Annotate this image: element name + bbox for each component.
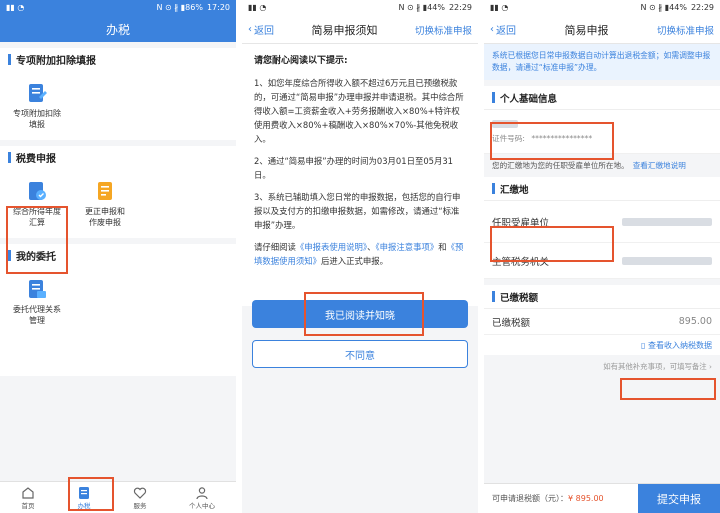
highlight-identity xyxy=(490,122,614,160)
section-title: 税费申报 xyxy=(16,153,56,165)
highlight-employer xyxy=(490,226,614,262)
submit-bar: 可申请退税额（元）：¥ 895.00 提交申报 xyxy=(484,483,720,513)
employer-redacted xyxy=(622,217,712,226)
card-title: 个人基础信息 xyxy=(500,93,558,105)
user-icon xyxy=(196,486,208,499)
simple-filing-notice-screen: ▮▮ ◔ N ⊙ ∦ ▮44% 22:29 ‹ 返回 简易申报须知 切换标准申报 请… xyxy=(242,0,478,513)
paid-tax-card: 已缴税额 已缴税额 895.00 ▯ 查看收入纳税数据 xyxy=(484,285,720,355)
form-edit-icon xyxy=(29,84,47,102)
delegation-management-tile[interactable]: 委托代理关系 管理 xyxy=(8,272,66,326)
correct-void-filing-tile[interactable]: 更正申报和 作废申报 xyxy=(76,174,134,228)
signal-icon: ▮▮ ◔ xyxy=(6,3,25,12)
section-title: 专项附加扣除填报 xyxy=(16,55,96,67)
tab-service[interactable]: 服务 xyxy=(133,486,147,510)
paid-tax-row: 已缴税额 895.00 xyxy=(484,309,720,335)
notes-link[interactable]: 《申报注意事项》 xyxy=(375,242,438,252)
page-title: 简易申报 xyxy=(564,23,609,37)
refund-amount: ¥ 895.00 xyxy=(568,494,604,503)
home-icon xyxy=(22,486,34,499)
nav-bar: ‹ 返回 简易申报 切换标准申报 xyxy=(484,16,720,44)
special-deduction-tile[interactable]: 专项附加扣除 填报 xyxy=(8,76,66,130)
screenshot-collage: ▮▮ ◔ N ⊙ ∦ ▮86% 17:20 办税 专项附加扣除填报 专项附加扣除 … xyxy=(0,0,720,513)
bottom-tab-bar: 首页 办税 服务 个人中心 xyxy=(0,481,236,513)
place-explanation-link[interactable]: 查看汇缴地说明 xyxy=(633,161,686,170)
status-bar: ▮▮ ◔ N ⊙ ∦ ▮44% 22:29 xyxy=(484,0,720,16)
back-button[interactable]: ‹ 返回 xyxy=(248,22,274,37)
notice-paragraph: 3、系统已辅助填入您日常的申报数据，包括您的自行申报以及支付方的扣缴申报数据，如… xyxy=(254,192,461,230)
disagree-button[interactable]: 不同意 xyxy=(252,340,468,368)
usage-guide-link[interactable]: 《申报表使用说明》 xyxy=(296,242,367,252)
switch-standard-link[interactable]: 切换标准申报 xyxy=(657,23,714,37)
card-title: 已缴税额 xyxy=(500,292,539,304)
status-bar: ▮▮ ◔ N ⊙ ∦ ▮86% 17:20 xyxy=(0,0,236,16)
highlight-annual-settlement xyxy=(6,206,68,274)
document-orange-icon xyxy=(98,182,112,200)
section-special-deduction: 专项附加扣除填报 专项附加扣除 填报 xyxy=(0,48,236,140)
status-icons: N ⊙ ∦ ▮86% xyxy=(156,3,203,12)
more-items-tip[interactable]: 如有其他补充事项，可填写备注 › xyxy=(484,355,720,378)
switch-standard-link[interactable]: 切换标准申报 xyxy=(415,23,472,37)
tab-home[interactable]: 首页 xyxy=(21,486,35,510)
header: ▮▮ ◔ N ⊙ ∦ ▮86% 17:20 办税 xyxy=(0,0,236,42)
page-title: 办税 xyxy=(105,22,130,37)
view-income-data-link[interactable]: ▯ 查看收入纳税数据 xyxy=(641,340,712,351)
signal-icon: ▮▮ ◔ xyxy=(248,3,267,12)
notice-paragraph: 请仔细阅读《申报表使用说明》、《申报注意事项》和《预填数据使用须知》后进入正式申… xyxy=(254,242,464,266)
simple-filing-screen: ▮▮ ◔ N ⊙ ∦ ▮44% 22:29 ‹ 返回 简易申报 切换标准申报 系统已… xyxy=(484,0,720,513)
chevron-left-icon: ‹ xyxy=(248,24,252,35)
highlight-view-income xyxy=(620,378,716,400)
notice-paragraph: 2、通过“简易申报”办理的时间为03月01日至05月31日。 xyxy=(254,156,454,180)
nav-bar: ‹ 返回 简易申报须知 切换标准申报 xyxy=(242,16,478,44)
notice-paragraph: 1、如您年度综合所得收入额不超过6万元且已预缴税款的，可通过“简易申报”办理申报… xyxy=(254,78,464,144)
chevron-left-icon: ‹ xyxy=(490,24,494,35)
highlight-agree-button xyxy=(304,292,424,336)
document-icon: ▯ xyxy=(641,340,646,350)
status-bar: ▮▮ ◔ N ⊙ ∦ ▮44% 22:29 xyxy=(242,0,478,16)
tax-home-screen: ▮▮ ◔ N ⊙ ∦ ▮86% 17:20 办税 专项附加扣除填报 专项附加扣除 … xyxy=(0,0,236,513)
submit-button[interactable]: 提交申报 xyxy=(638,483,720,513)
info-notice: 系统已根据您日常申报数据自动计算出退税金额；如需调整申报数据，请通过“标准申报”… xyxy=(484,44,720,80)
paid-tax-amount: 895.00 xyxy=(678,316,712,327)
signal-icon: ▮▮ ◔ xyxy=(490,3,509,12)
authority-redacted xyxy=(622,256,712,265)
page-title: 简易申报须知 xyxy=(311,23,378,37)
notice-heading: 请您耐心阅读以下提示: xyxy=(254,56,348,66)
notice-content: 请您耐心阅读以下提示: 1、如您年度综合所得收入额不超过6万元且已预缴税款的，可… xyxy=(242,44,478,306)
card-title: 汇缴地 xyxy=(500,184,529,196)
heart-icon xyxy=(133,487,147,499)
back-button[interactable]: ‹ 返回 xyxy=(490,22,516,37)
highlight-tab-tax xyxy=(68,477,114,511)
status-time: 17:20 xyxy=(206,3,230,12)
tab-profile[interactable]: 个人中心 xyxy=(189,486,215,510)
view-income-row: ▯ 查看收入纳税数据 xyxy=(484,335,720,355)
annual-settlement-icon xyxy=(29,182,46,200)
delegation-icon xyxy=(29,280,46,298)
